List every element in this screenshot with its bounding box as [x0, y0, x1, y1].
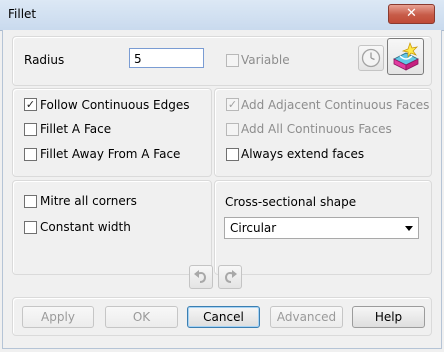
- radius-value: 5: [134, 52, 142, 66]
- variable-checkbox[interactable]: [226, 54, 239, 67]
- apply-button[interactable]: Apply: [22, 306, 94, 328]
- always-extend-faces-checkbox[interactable]: [226, 148, 239, 161]
- clock-button[interactable]: [358, 45, 384, 71]
- close-button[interactable]: ✕: [388, 4, 435, 24]
- constant-width-label: Constant width: [40, 220, 131, 234]
- cross-sectional-shape-value: Circular: [230, 221, 277, 235]
- redo-icon: [224, 270, 237, 283]
- add-adjacent-faces-checkbox[interactable]: ✓: [226, 98, 239, 111]
- redo-button[interactable]: [218, 265, 242, 289]
- fillet-away-from-face-checkbox[interactable]: [24, 148, 37, 161]
- undo-button[interactable]: [189, 265, 213, 289]
- cross-sectional-shape-label: Cross-sectional shape: [225, 195, 357, 209]
- radius-input[interactable]: 5: [129, 48, 204, 68]
- fillet-preview-button[interactable]: [387, 38, 424, 75]
- cross-sectional-shape-select[interactable]: Circular: [224, 217, 419, 239]
- radius-label: Radius: [24, 53, 65, 67]
- follow-continuous-edges-label: Follow Continuous Edges: [40, 98, 190, 112]
- follow-continuous-edges-checkbox[interactable]: ✓: [24, 98, 37, 111]
- fillet-away-from-face-label: Fillet Away From A Face: [40, 147, 181, 161]
- always-extend-faces-label: Always extend faces: [241, 147, 365, 161]
- undo-icon: [194, 270, 207, 283]
- follow-continuous-edges-check: ✓: [25, 98, 36, 111]
- add-all-faces-checkbox[interactable]: [226, 123, 239, 136]
- help-button[interactable]: Help: [352, 306, 425, 328]
- window-title: Fillet: [8, 7, 37, 21]
- mitre-all-corners-checkbox[interactable]: [24, 195, 37, 208]
- fillet-preview-icon: [393, 41, 419, 71]
- add-adjacent-faces-check: ✓: [227, 98, 238, 111]
- add-all-faces-label: Add All Continuous Faces: [241, 122, 392, 136]
- chevron-down-icon: [405, 226, 413, 231]
- title-bar: Fillet ✕: [0, 0, 444, 31]
- mitre-all-corners-label: Mitre all corners: [40, 194, 137, 208]
- cancel-button[interactable]: Cancel: [187, 306, 260, 328]
- dialog-body: Radius 5 Variable ✓ Follow Continuous Ed…: [2, 30, 442, 349]
- advanced-button[interactable]: Advanced: [270, 306, 343, 328]
- close-icon: ✕: [406, 6, 417, 21]
- fillet-a-face-checkbox[interactable]: [24, 123, 37, 136]
- clock-icon: [361, 48, 381, 68]
- constant-width-checkbox[interactable]: [24, 221, 37, 234]
- fillet-a-face-label: Fillet A Face: [40, 122, 112, 136]
- add-adjacent-faces-label: Add Adjacent Continuous Faces: [241, 98, 430, 112]
- ok-button[interactable]: OK: [105, 306, 178, 328]
- variable-label: Variable: [241, 53, 290, 67]
